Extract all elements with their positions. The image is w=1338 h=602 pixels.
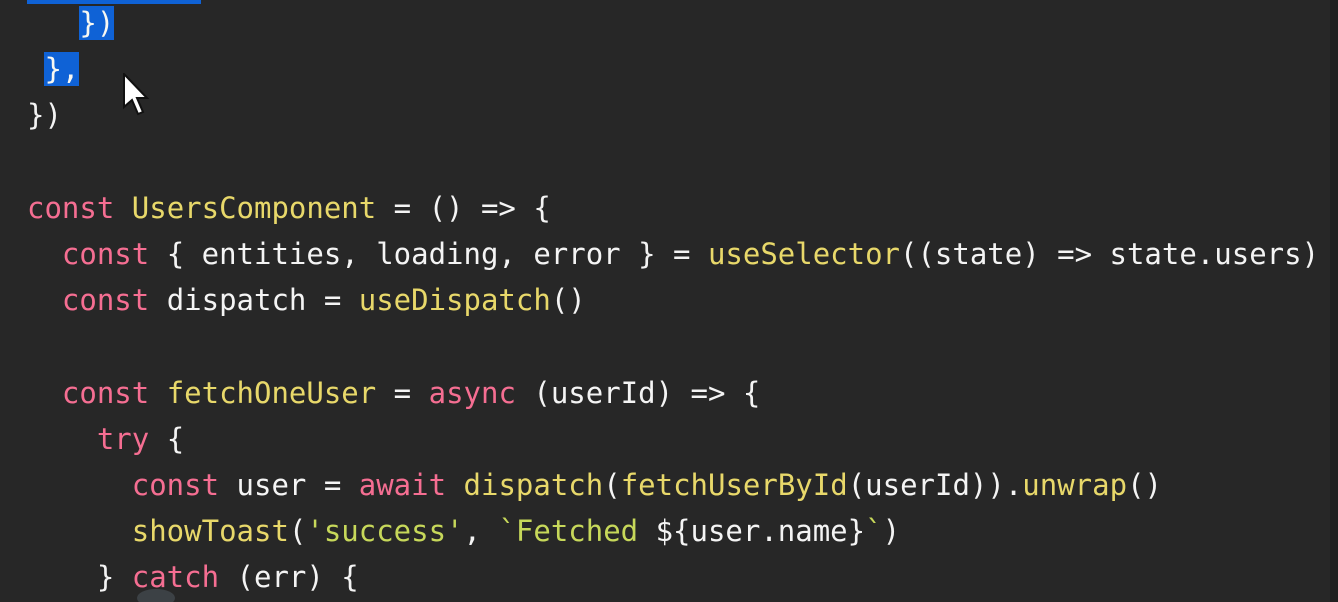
code-line[interactable]: }, [27, 46, 1319, 92]
code-line[interactable]: const dispatch = useDispatch() [27, 277, 1319, 323]
code-token: `Fetched [498, 514, 656, 549]
code-token: ( [603, 467, 621, 502]
code-token: ((state) => state.users) [900, 236, 1320, 271]
code-token: const [61, 283, 150, 318]
code-token: fetchOneUser [166, 375, 377, 410]
code-view[interactable]: }) },}) const UsersComponent = () => { co… [27, 0, 1319, 600]
code-token: () [550, 283, 586, 318]
selected-code-token: }, [44, 52, 80, 87]
code-token: ` [865, 514, 883, 549]
code-token: (userId) => { [515, 375, 761, 410]
code-token: try [96, 421, 150, 456]
code-token: (userId)). [847, 467, 1023, 502]
code-line[interactable] [27, 323, 1319, 369]
selected-code-token: }) [79, 6, 115, 40]
code-line[interactable]: const fetchOneUser = async (userId) => { [27, 370, 1319, 416]
code-token: fetchUserById [620, 467, 848, 502]
code-token: } [96, 560, 132, 595]
code-line[interactable]: } catch (err) { [27, 554, 1319, 600]
code-token: UsersComponent [131, 190, 377, 225]
code-token: const [61, 236, 150, 271]
code-token: { [149, 421, 185, 456]
code-line[interactable]: }) [27, 92, 1319, 138]
code-token: ${user.name} [655, 514, 866, 549]
code-token: const [27, 190, 115, 225]
code-token: , [463, 514, 499, 549]
code-token: await [358, 467, 447, 502]
code-token: { entities, loading, error } = [149, 236, 708, 271]
code-token: dispatch = [149, 283, 359, 318]
mouse-pointer-icon [123, 73, 150, 116]
code-token: 'success' [306, 514, 464, 549]
code-token: catch [131, 560, 220, 595]
code-token: useDispatch [358, 283, 551, 318]
code-token: showToast [131, 514, 289, 549]
code-token: async [428, 375, 516, 410]
code-line[interactable]: const UsersComponent = () => { [27, 185, 1319, 231]
editor-right-edge [1330, 0, 1338, 602]
overlay-artifact [137, 589, 175, 602]
code-token: ) [882, 514, 901, 549]
code-token: const [61, 375, 150, 410]
code-token: ( [288, 514, 307, 549]
code-token: useSelector [707, 236, 900, 271]
code-token: }) [27, 98, 62, 133]
code-token: user = [219, 467, 359, 502]
code-token: const [131, 467, 220, 502]
code-token: unwrap [1022, 467, 1128, 502]
code-token: () [1127, 467, 1162, 502]
code-line[interactable]: try { [27, 416, 1319, 462]
code-line[interactable]: const { entities, loading, error } = use… [27, 231, 1319, 277]
code-token: dispatch [463, 467, 604, 502]
code-token: (err) { [219, 560, 359, 595]
code-line[interactable]: }) [27, 0, 1319, 46]
code-line[interactable]: const user = await dispatch(fetchUserByI… [27, 462, 1319, 508]
code-line[interactable] [27, 139, 1319, 185]
code-editor[interactable]: }) },}) const UsersComponent = () => { co… [0, 0, 1338, 602]
code-token: = [376, 375, 429, 410]
code-line[interactable]: showToast('success', `Fetched ${user.nam… [27, 508, 1319, 554]
code-token: = () => { [376, 190, 551, 225]
